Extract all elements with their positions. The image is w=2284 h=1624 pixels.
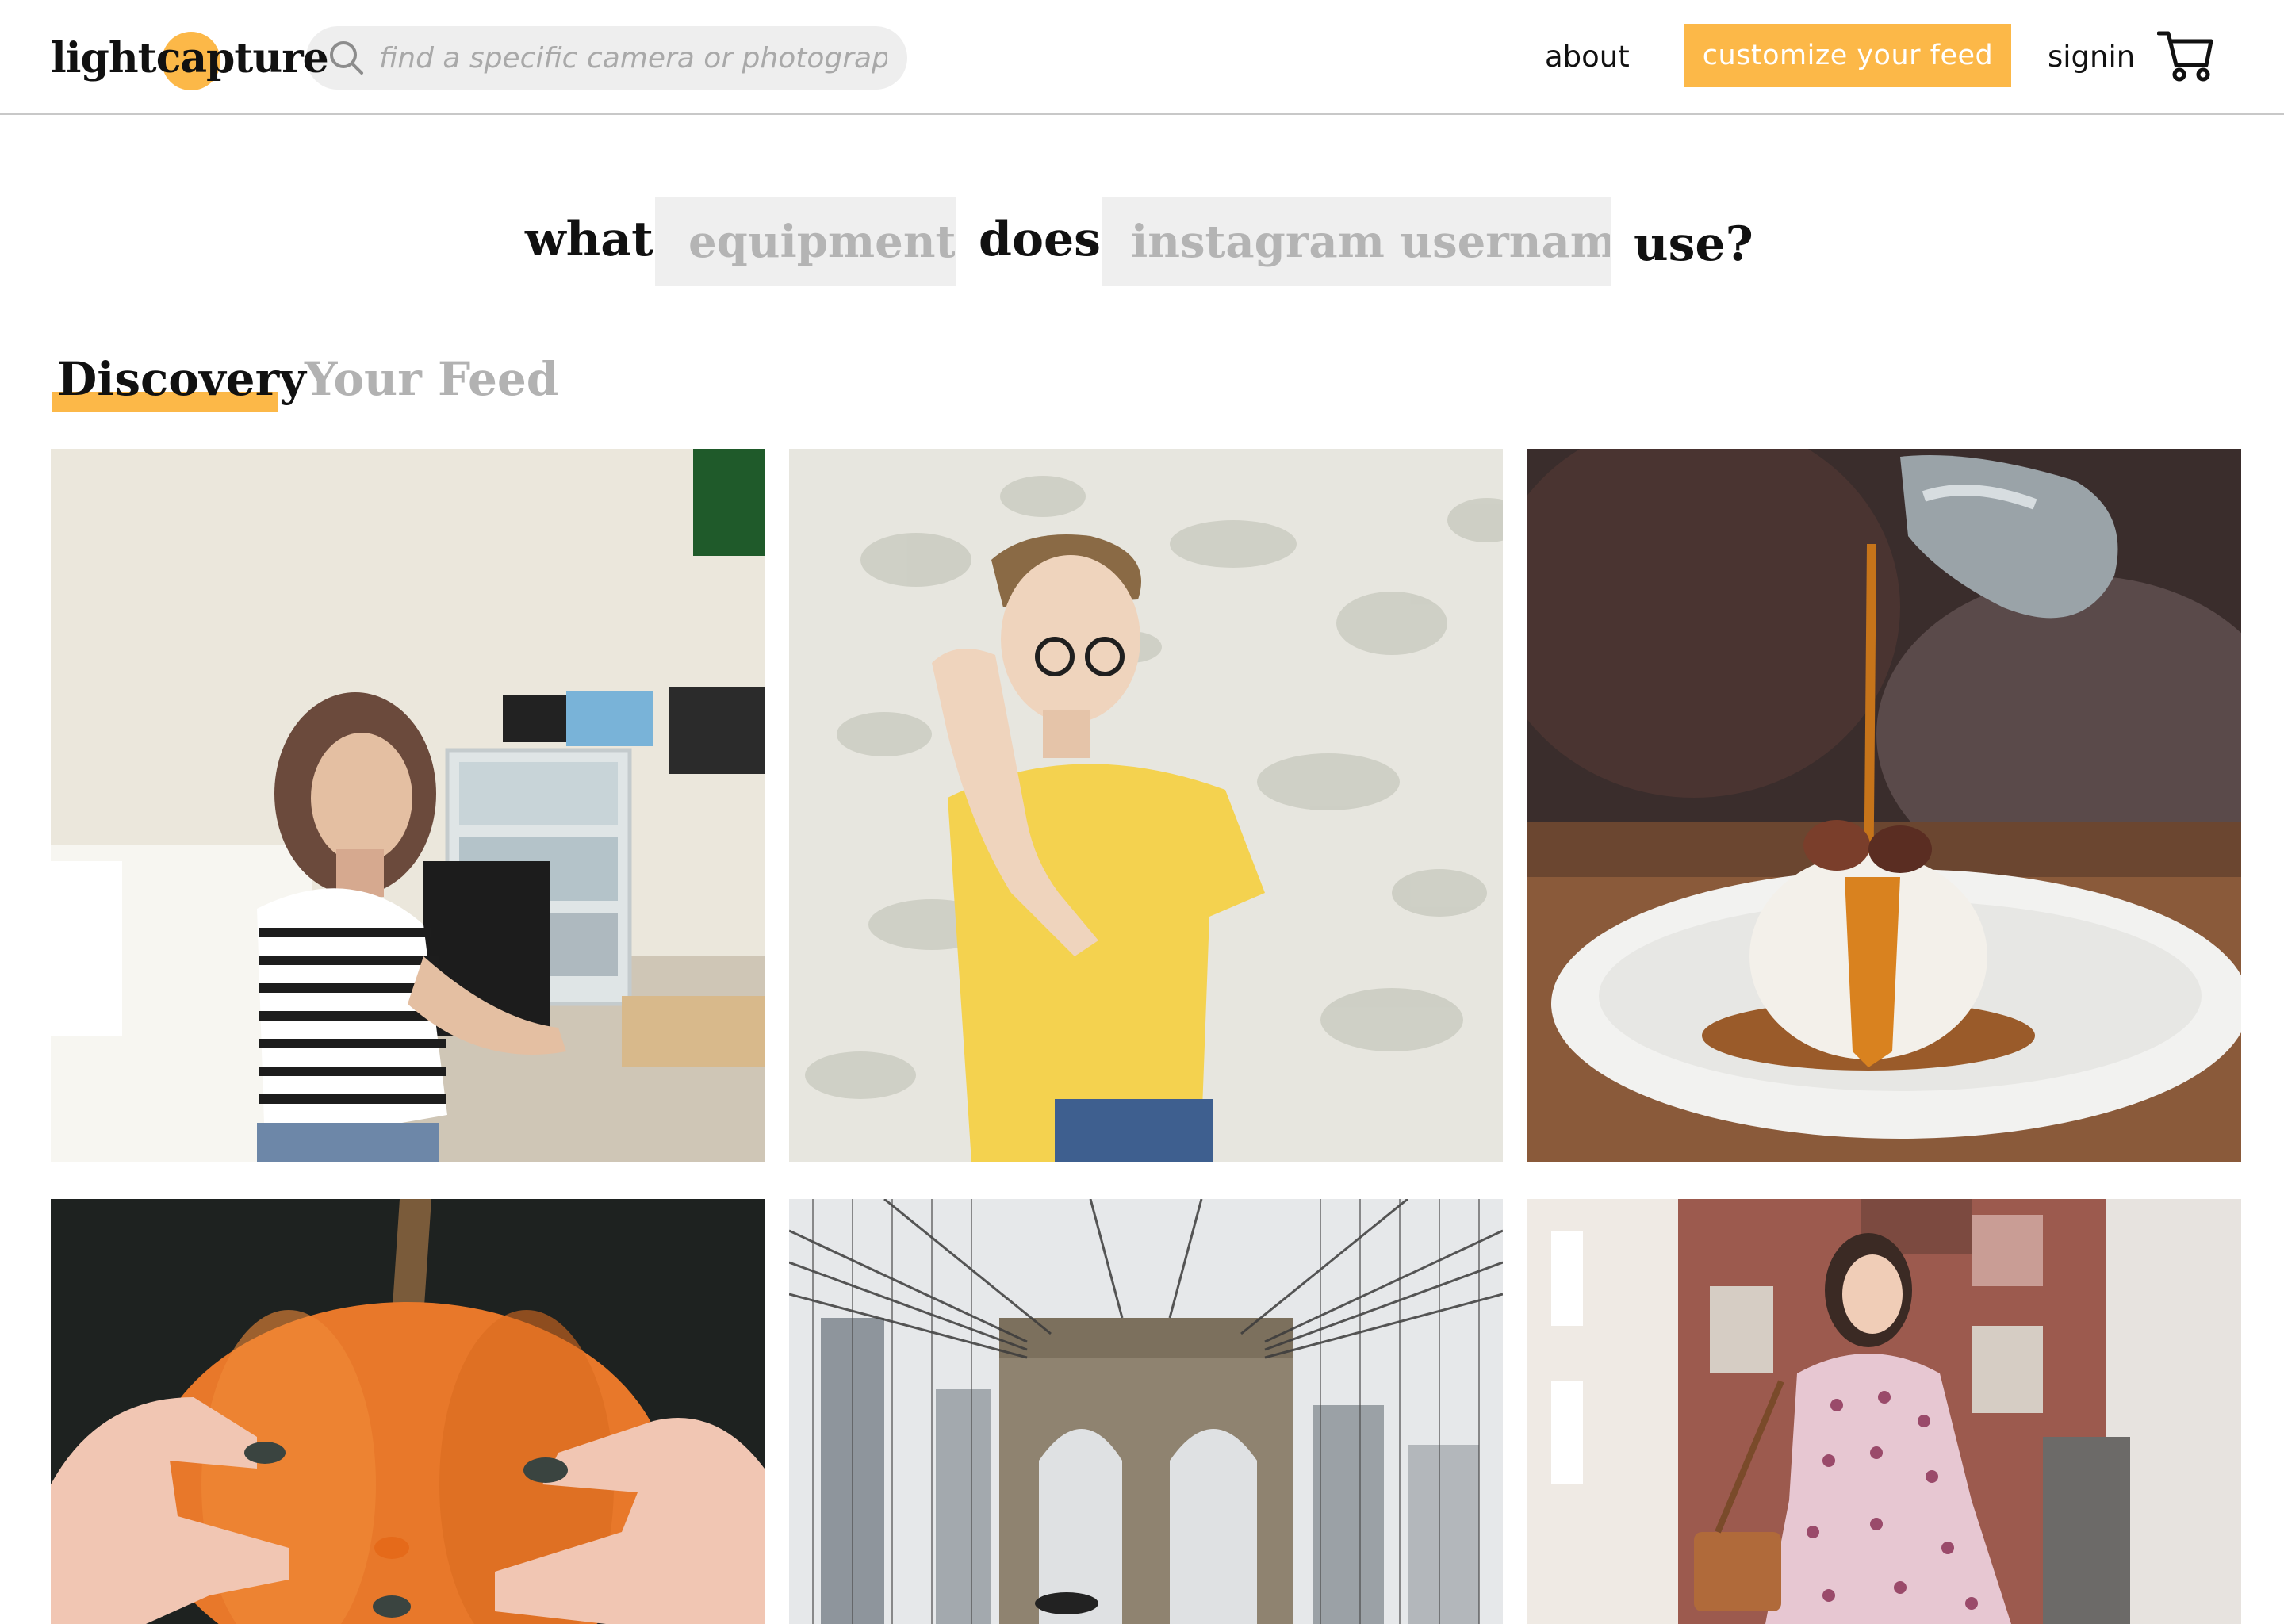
search-icon (330, 41, 363, 75)
tab-discovery[interactable]: Discovery (57, 347, 306, 411)
woman-with-bag-on-street-photo[interactable] (1527, 1199, 2241, 1624)
about-link[interactable]: about (1545, 35, 1630, 79)
instagram-username-input[interactable] (1102, 197, 1611, 286)
cart-icon[interactable] (2157, 29, 2214, 82)
ice-cream-caramel-dessert-photo[interactable] (1527, 449, 2241, 1162)
question-word-what: what (525, 212, 653, 267)
hands-holding-pumpkin-photo[interactable] (51, 1199, 765, 1624)
lightcapture-logo[interactable]: lightcapture (51, 27, 329, 90)
equipment-input[interactable] (655, 197, 956, 286)
tab-your-feed[interactable]: Your Feed (305, 347, 558, 411)
man-in-yellow-shirt-photo[interactable] (789, 449, 1503, 1162)
signin-link[interactable]: signin (2048, 35, 2135, 79)
logo-text: lightcapture (51, 34, 329, 82)
question-word-does: does (979, 212, 1101, 267)
search-input[interactable] (377, 40, 888, 75)
search-bar[interactable] (306, 26, 907, 90)
brooklyn-bridge-photo[interactable] (789, 1199, 1503, 1624)
top-navigation-bar: lightcapture about customize your feed s… (0, 0, 2284, 115)
customize-feed-button[interactable]: customize your feed (1684, 24, 2011, 87)
question-word-use: use? (1634, 216, 1753, 272)
woman-in-striped-shirt-photo[interactable] (51, 449, 765, 1162)
